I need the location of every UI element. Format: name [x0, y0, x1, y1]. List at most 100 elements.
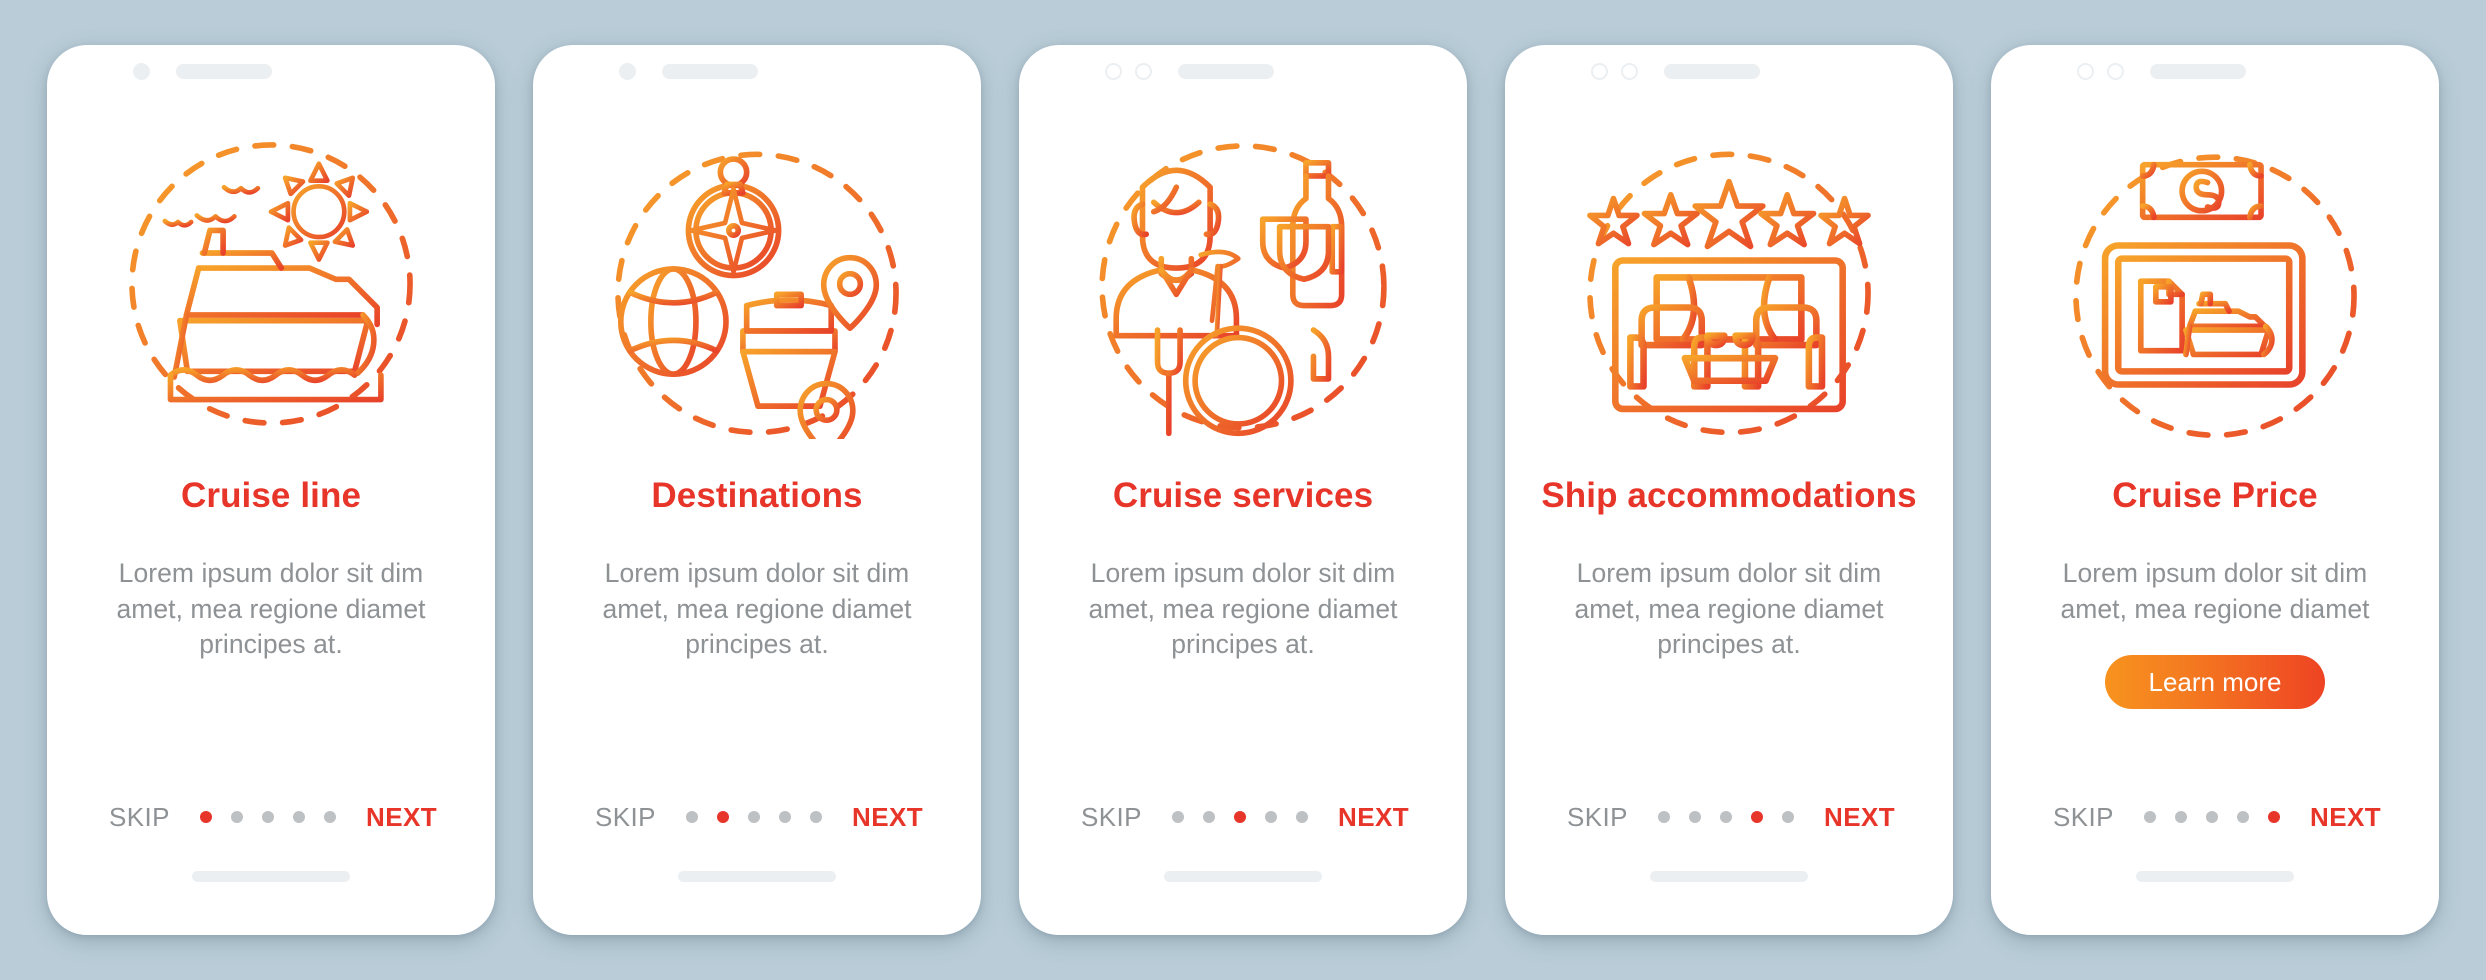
onboarding-screen-cruise-line: Cruise line Lorem ipsum dolor sit dim ame… — [47, 45, 495, 935]
step-dot-4[interactable] — [1264, 811, 1277, 823]
home-indicator[interactable] — [192, 871, 350, 882]
onboarding-nav: SKIP NEXT — [533, 785, 981, 849]
screen-description: Lorem ipsum dolor sit dim amet, mea regi… — [602, 558, 912, 660]
text-block: Cruise Price Lorem ipsum dolor sit dim am… — [1991, 449, 2439, 627]
illustration-compass-globe-ship-pin-icon — [533, 119, 981, 449]
next-button[interactable]: NEXT — [852, 802, 923, 833]
onboarding-nav: SKIP NEXT — [1019, 785, 1467, 849]
home-indicator-row — [47, 849, 495, 935]
screen-description: Lorem ipsum dolor sit dim amet, mea regi… — [116, 558, 426, 660]
step-dot-2[interactable] — [230, 811, 243, 823]
step-dot-1[interactable] — [1171, 811, 1184, 823]
onboarding-screens-row: Cruise line Lorem ipsum dolor sit dim ame… — [0, 45, 2486, 935]
step-dot-2-active[interactable] — [716, 811, 729, 823]
screen-title: Cruise Price — [2112, 476, 2318, 515]
camera-ring-icon — [1591, 62, 1608, 80]
onboarding-nav: SKIP NEXT — [47, 785, 495, 849]
step-dot-2[interactable] — [1202, 811, 1215, 823]
skip-button[interactable]: SKIP — [2053, 802, 2114, 833]
step-dot-3[interactable] — [1719, 811, 1732, 823]
onboarding-nav: SKIP NEXT — [1505, 785, 1953, 849]
home-indicator-row — [533, 849, 981, 935]
home-indicator[interactable] — [1164, 871, 1322, 882]
screen-title: Destinations — [651, 476, 863, 515]
status-bar — [47, 45, 495, 97]
status-bar-pill — [176, 63, 272, 79]
home-indicator[interactable] — [1650, 871, 1808, 882]
status-bar — [1991, 45, 2439, 97]
step-dot-1[interactable] — [685, 811, 698, 823]
screen-title: Cruise line — [180, 476, 362, 515]
skip-button[interactable]: SKIP — [595, 802, 656, 833]
waitress-dinner-wine-icon — [1099, 143, 1387, 437]
onboarding-nav: SKIP NEXT — [1991, 785, 2439, 849]
status-bar — [1505, 45, 1953, 97]
step-dot-4[interactable] — [292, 811, 305, 823]
onboarding-screen-cruise-services: Cruise services Lorem ipsum dolor sit dim… — [1019, 45, 1467, 935]
text-block: Cruise services Lorem ipsum dolor sit dim… — [1019, 449, 1467, 663]
step-dot-3-active[interactable] — [1233, 811, 1246, 823]
camera-ring-icon — [1105, 62, 1122, 80]
status-bar-pill — [662, 63, 758, 79]
onboarding-screen-cruise-price: Cruise Price Lorem ipsum dolor sit dim am… — [1991, 45, 2439, 935]
skip-button[interactable]: SKIP — [1567, 802, 1628, 833]
step-dot-1[interactable] — [1657, 811, 1670, 823]
step-dot-4[interactable] — [2236, 811, 2249, 823]
step-dot-4[interactable] — [778, 811, 791, 823]
illustration-five-stars-cabin-lounge-icon — [1505, 119, 1953, 449]
home-indicator[interactable] — [2136, 871, 2294, 882]
next-button[interactable]: NEXT — [366, 802, 437, 833]
step-dot-5[interactable] — [1295, 811, 1308, 823]
step-indicator — [1657, 811, 1794, 823]
step-dot-4-active[interactable] — [1750, 811, 1763, 823]
banknote-monitor-ship-icon — [2073, 154, 2357, 439]
screen-title: Ship accommodations — [1541, 476, 1917, 515]
cruise-ship-sun-icon — [129, 142, 413, 426]
step-dot-5[interactable] — [809, 811, 822, 823]
skip-button[interactable]: SKIP — [109, 802, 170, 833]
status-bar — [533, 45, 981, 97]
step-dot-5[interactable] — [323, 811, 336, 823]
screen-description: Lorem ipsum dolor sit dim amet, mea regi… — [1088, 558, 1398, 660]
next-button[interactable]: NEXT — [1824, 802, 1895, 833]
status-bar — [1019, 45, 1467, 97]
illustration-cruise-ship-sun-icon — [47, 119, 495, 449]
step-indicator — [685, 811, 822, 823]
onboarding-screen-ship-accommodations: Ship accommodations Lorem ipsum dolor sit… — [1505, 45, 1953, 935]
camera-dot-icon — [133, 62, 150, 80]
step-dot-3[interactable] — [747, 811, 760, 823]
text-block: Cruise line Lorem ipsum dolor sit dim ame… — [47, 449, 495, 663]
next-button[interactable]: NEXT — [1338, 802, 1409, 833]
skip-button[interactable]: SKIP — [1081, 802, 1142, 833]
text-block: Destinations Lorem ipsum dolor sit dim am… — [533, 449, 981, 663]
cta-row: Learn more — [1991, 655, 2439, 710]
step-dot-2[interactable] — [2174, 811, 2187, 823]
step-dot-5-active[interactable] — [2267, 811, 2280, 823]
step-dot-1-active[interactable] — [199, 811, 212, 823]
status-bar-pill — [2150, 63, 2246, 79]
step-dot-3[interactable] — [261, 811, 274, 823]
text-block: Ship accommodations Lorem ipsum dolor sit… — [1505, 449, 1953, 663]
home-indicator[interactable] — [678, 871, 836, 882]
camera-dot-icon — [619, 62, 636, 80]
sensor-ring-icon — [2107, 62, 2124, 80]
sensor-ring-icon — [1621, 62, 1638, 80]
step-dot-3[interactable] — [2205, 811, 2218, 823]
learn-more-button[interactable]: Learn more — [2105, 655, 2325, 710]
step-dot-5[interactable] — [1781, 811, 1794, 823]
home-indicator-row — [1019, 849, 1467, 935]
next-button[interactable]: NEXT — [2310, 802, 2381, 833]
screen-title: Cruise services — [1112, 476, 1374, 515]
status-bar-pill — [1664, 63, 1760, 79]
screen-description: Lorem ipsum dolor sit dim amet, mea regi… — [1574, 558, 1884, 660]
home-indicator-row — [1991, 849, 2439, 935]
onboarding-screen-destinations: Destinations Lorem ipsum dolor sit dim am… — [533, 45, 981, 935]
status-bar-pill — [1178, 63, 1274, 79]
step-indicator — [199, 811, 336, 823]
illustration-banknote-monitor-ship-icon — [1991, 119, 2439, 449]
screen-description: Lorem ipsum dolor sit dim amet, mea regi… — [2060, 558, 2370, 624]
illustration-waitress-dinner-wine-icon — [1019, 119, 1467, 449]
step-dot-2[interactable] — [1688, 811, 1701, 823]
compass-globe-ship-pin-icon — [615, 151, 899, 439]
step-dot-1[interactable] — [2143, 811, 2156, 823]
